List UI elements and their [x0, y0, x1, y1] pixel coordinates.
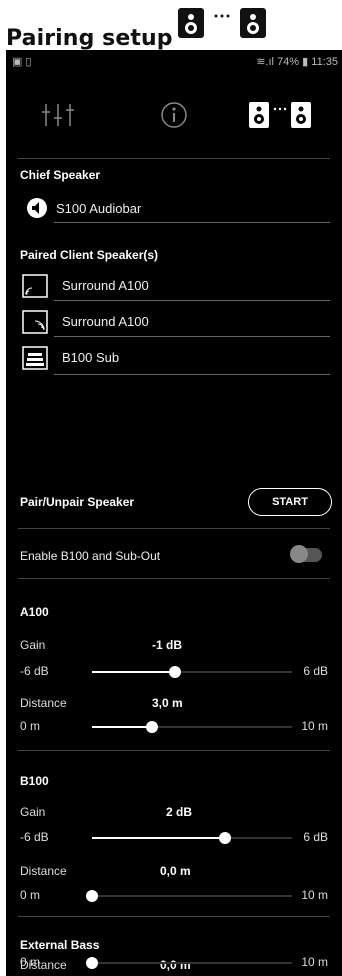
- item-underline: [54, 374, 330, 375]
- a100-distance-slider[interactable]: [92, 721, 292, 733]
- slider-fill: [92, 671, 176, 673]
- divider: [18, 916, 330, 917]
- slider-thumb[interactable]: [146, 721, 158, 733]
- clock: 11:35: [311, 56, 338, 68]
- divider: [18, 750, 330, 751]
- slider-max-label: 6 dB: [303, 664, 328, 678]
- divider: [18, 158, 330, 159]
- enable-b100-label: Enable B100 and Sub-Out: [20, 549, 161, 563]
- b100-section-title: B100: [20, 774, 49, 788]
- notification-icons: ▣ ▯: [12, 56, 32, 68]
- start-button[interactable]: START: [248, 488, 332, 516]
- item-underline: [54, 300, 330, 301]
- item-underline: [54, 336, 330, 337]
- status-bar: ▣ ▯ ≋.ıl 74% ▮ 11:35: [6, 50, 342, 74]
- paired-speaker-item[interactable]: B100 Sub: [6, 344, 342, 375]
- slider-min-label: -6 dB: [20, 830, 49, 844]
- slider-min-label: 0 m: [20, 955, 41, 969]
- param-label: Distance: [20, 864, 67, 878]
- audiobar-icon: [27, 198, 47, 218]
- chief-speaker-name: S100 Audiobar: [56, 201, 142, 216]
- param-label: Gain: [20, 638, 46, 652]
- a100-section-title: A100: [20, 605, 49, 619]
- b100-distance-slider[interactable]: [86, 890, 292, 902]
- paired-speaker-item[interactable]: Surround A100: [6, 272, 342, 302]
- slider-max-label: 10 m: [301, 888, 328, 902]
- b100-gain-slider-row: -6 dB 6 dB: [6, 825, 342, 851]
- toggle-knob: [290, 545, 308, 563]
- speaker-pair-icon: [249, 102, 311, 128]
- tab-mixer[interactable]: [18, 90, 98, 140]
- slider-min-label: -6 dB: [20, 664, 49, 678]
- enable-b100-toggle[interactable]: [290, 545, 322, 563]
- external-bass-distance-slider-row: 0 m 10 m: [6, 950, 342, 976]
- paired-speaker-name: Surround A100: [62, 314, 149, 329]
- tab-info[interactable]: [134, 90, 214, 140]
- param-value: 2 dB: [166, 805, 193, 819]
- tab-bar: [6, 80, 342, 150]
- item-underline: [54, 222, 330, 223]
- slider-thumb[interactable]: [86, 957, 98, 969]
- slider-max-label: 6 dB: [303, 830, 328, 844]
- divider: [18, 528, 330, 529]
- slider-thumb[interactable]: [86, 890, 98, 902]
- signal-icon: ≋.ıl: [256, 56, 274, 68]
- battery-icon: ▮: [302, 56, 309, 68]
- a100-gain-slider-row: -6 dB 6 dB: [6, 659, 342, 685]
- page-title: Pairing setup: [6, 26, 173, 51]
- app-screen: ▣ ▯ ≋.ıl 74% ▮ 11:35 Chief Speaker S100 …: [6, 50, 342, 976]
- subwoofer-icon: [22, 346, 48, 370]
- slider-thumb[interactable]: [219, 832, 232, 844]
- b100-distance-row: Distance 0,0 m: [6, 864, 342, 882]
- info-icon: [161, 102, 187, 128]
- surround-right-icon: [22, 310, 48, 334]
- external-bass-distance-slider[interactable]: [86, 957, 292, 969]
- a100-distance-slider-row: 0 m 10 m: [6, 714, 342, 740]
- b100-gain-slider[interactable]: [92, 832, 292, 844]
- chief-speaker-label: Chief Speaker: [20, 168, 101, 182]
- slider-fill: [92, 837, 226, 839]
- param-value: 0,0 m: [160, 864, 191, 878]
- chief-speaker-item[interactable]: S100 Audiobar: [6, 194, 342, 224]
- param-value: -1 dB: [152, 638, 182, 652]
- pair-unpair-label: Pair/Unpair Speaker: [20, 495, 135, 509]
- speaker-pair-icon: [178, 8, 266, 38]
- paired-speaker-item[interactable]: Surround A100: [6, 308, 342, 338]
- slider-min-label: 0 m: [20, 888, 41, 902]
- slider-max-label: 10 m: [301, 955, 328, 969]
- battery-level: 74%: [277, 56, 300, 68]
- paired-speaker-name: B100 Sub: [62, 350, 120, 365]
- mixer-icon: [42, 104, 74, 126]
- param-label: Distance: [20, 696, 67, 710]
- slider-min-label: 0 m: [20, 719, 41, 733]
- a100-distance-row: Distance 3,0 m: [6, 696, 342, 714]
- paired-speaker-name: Surround A100: [62, 278, 149, 293]
- tab-pairing[interactable]: [240, 90, 320, 140]
- param-label: Gain: [20, 805, 46, 819]
- status-right: ≋.ıl 74% ▮ 11:35: [256, 55, 338, 68]
- paired-speakers-label: Paired Client Speaker(s): [20, 248, 159, 262]
- slider-max-label: 10 m: [301, 719, 328, 733]
- a100-gain-row: Gain -1 dB: [6, 638, 342, 656]
- divider: [18, 578, 330, 579]
- b100-gain-row: Gain 2 dB: [6, 805, 342, 823]
- slider-thumb[interactable]: [169, 666, 182, 678]
- param-value: 3,0 m: [152, 696, 183, 710]
- surround-left-icon: [22, 274, 48, 298]
- a100-gain-slider[interactable]: [92, 666, 292, 678]
- slider-fill: [92, 726, 152, 728]
- b100-distance-slider-row: 0 m 10 m: [6, 883, 342, 909]
